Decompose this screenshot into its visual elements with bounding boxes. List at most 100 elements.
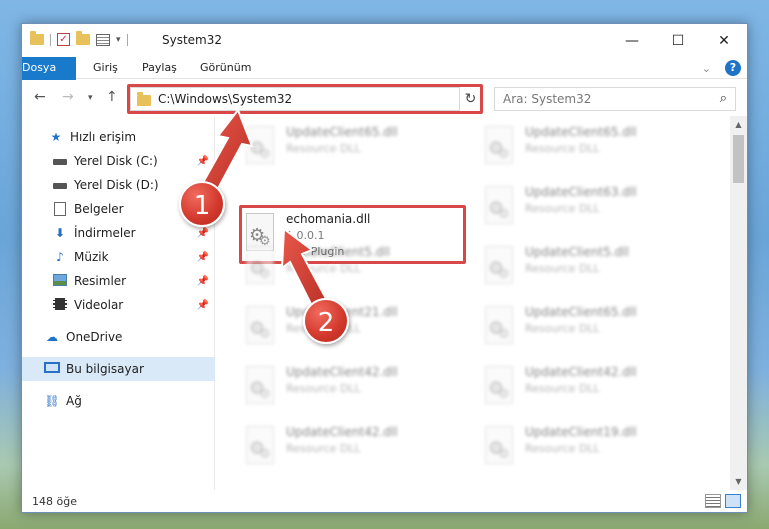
navigation-pane: ★ Hızlı erişim Yerel Disk (C:) 📌 Yerel D…	[22, 116, 215, 490]
search-input[interactable]: Ara: System32 ⌕	[494, 87, 736, 111]
file-type: Resource DLL	[286, 382, 361, 395]
dll-file-icon: ⚙ ⚙	[481, 426, 517, 470]
back-arrow-icon[interactable]: ←	[34, 89, 46, 105]
callout-one-badge: 1	[179, 181, 225, 227]
status-bar: 148 öğe	[22, 490, 747, 512]
close-button[interactable]: ✕	[701, 24, 747, 57]
list-item[interactable]: ⚙ ⚙ UpdateClient42.dll Resource DLL	[481, 360, 707, 416]
new-folder-icon[interactable]	[76, 31, 90, 45]
dll-file-icon: ⚙ ⚙	[242, 126, 278, 170]
title-bar: ✓ ▾ System32 — ☐ ✕	[22, 24, 747, 57]
sidebar-item-downloads[interactable]: ⬇ İndirmeler 📌	[22, 221, 215, 245]
dll-file-icon: ⚙ ⚙	[481, 306, 517, 350]
dll-file-icon: ⚙ ⚙	[242, 426, 278, 470]
maximize-button[interactable]: ☐	[655, 24, 701, 57]
sidebar-item-this-pc[interactable]: Bu bilgisayar	[22, 357, 215, 381]
scrollbar-thumb[interactable]	[733, 135, 744, 183]
minimize-button[interactable]: —	[609, 24, 655, 57]
quick-access-toolbar: ✓ ▾	[30, 31, 128, 46]
pin-icon: 📌	[196, 275, 209, 287]
scroll-down-icon[interactable]: ▼	[730, 473, 747, 490]
sidebar-item-label: Yerel Disk (D:)	[74, 178, 159, 192]
customize-toolbar-arrow-icon[interactable]: ▾	[116, 35, 121, 45]
disk-icon	[52, 154, 68, 168]
folder-icon	[30, 31, 44, 45]
star-icon: ★	[50, 130, 62, 144]
expand-ribbon-icon[interactable]: ⌄	[702, 62, 711, 75]
search-icon[interactable]: ⌕	[720, 91, 727, 106]
video-icon	[52, 298, 68, 312]
file-name: UpdateClient42.dll	[286, 365, 398, 379]
ribbon-tabs: Dosya Giriş Paylaş Görünüm ⌄ ?	[22, 57, 747, 113]
address-row: ← → ▾ ↑ C:\Windows\System32 ⌄ ↻ Ara: Sys…	[22, 80, 747, 116]
recent-locations-icon[interactable]: ▾	[88, 93, 93, 103]
tiles-view-icon[interactable]	[725, 494, 741, 508]
sidebar-item-quick-access[interactable]: ★ Hızlı erişim	[22, 125, 215, 149]
disk-icon	[52, 178, 68, 192]
list-item[interactable]: ⚙ ⚙ UpdateClient5.dll Resource DLL	[242, 240, 468, 296]
list-item[interactable]: ⚙⚙ UpdateClient21.dllResource DLL	[242, 300, 468, 356]
pin-icon: 📌	[196, 251, 209, 263]
network-icon: ⛓	[44, 394, 60, 408]
file-type: Resource DLL	[525, 442, 600, 455]
callout-two-badge: 2	[303, 298, 349, 344]
sidebar-item-label: Yerel Disk (C:)	[74, 154, 158, 168]
sidebar-item-label: OneDrive	[66, 330, 123, 344]
dll-file-icon: ⚙ ⚙	[481, 366, 517, 410]
list-item[interactable]: ⚙ ⚙ UpdateClient65.dll Resource DLL	[481, 300, 707, 356]
tab-home[interactable]: Giriş	[83, 57, 128, 79]
forward-arrow-icon[interactable]: →	[62, 89, 74, 105]
tab-share[interactable]: Paylaş	[132, 57, 187, 79]
file-name: echomania.dll	[286, 212, 371, 226]
details-view-icon[interactable]	[705, 494, 721, 508]
cloud-icon: ☁	[46, 330, 58, 344]
dll-file-icon: ⚙ ⚙	[481, 126, 517, 170]
file-type: Resource DLL	[525, 202, 600, 215]
list-item[interactable]: ⚙ ⚙ UpdateClient42.dll Resource DLL	[242, 360, 468, 416]
sidebar-item-pictures[interactable]: Resimler 📌	[22, 269, 215, 293]
tab-view[interactable]: Görünüm	[190, 57, 261, 79]
file-name: UpdateClient42.dll	[286, 425, 398, 439]
list-item[interactable]: ⚙ ⚙ UpdateClient65.dll Resource DLL	[481, 120, 707, 176]
pin-icon: 📌	[196, 299, 209, 311]
item-count: 148 öğe	[32, 495, 77, 508]
download-icon: ⬇	[54, 226, 66, 240]
sidebar-item-label: Resimler	[74, 274, 127, 288]
address-path: C:\Windows\System32	[158, 92, 293, 106]
address-bar[interactable]: C:\Windows\System32 ⌄	[130, 87, 480, 111]
help-icon[interactable]: ?	[725, 60, 741, 76]
pin-icon: 📌	[196, 227, 209, 239]
file-name: UpdateClient65.dll	[525, 305, 637, 319]
vertical-scrollbar[interactable]: ▲ ▼	[730, 116, 747, 490]
sidebar-item-local-disk-c[interactable]: Yerel Disk (C:) 📌	[22, 149, 215, 173]
computer-icon	[44, 362, 60, 376]
dll-file-icon: ⚙ ⚙	[481, 186, 517, 230]
file-type: Resource DLL	[286, 262, 361, 275]
sidebar-item-network[interactable]: ⛓ Ağ	[22, 389, 215, 413]
properties-check-icon[interactable]: ✓	[57, 33, 70, 46]
file-type: Resource DLL	[286, 142, 361, 155]
refresh-icon[interactable]: ↻	[459, 87, 481, 111]
view-options-icon[interactable]	[96, 33, 110, 46]
sidebar-item-music[interactable]: ♪ Müzik 📌	[22, 245, 215, 269]
dll-file-icon: ⚙ ⚙	[481, 246, 517, 290]
file-name: UpdateClient63.dll	[525, 185, 637, 199]
sidebar-item-label: Videolar	[74, 298, 124, 312]
sidebar-item-onedrive[interactable]: ☁ OneDrive	[22, 325, 215, 349]
folder-icon	[137, 92, 151, 106]
sidebar-item-videos[interactable]: Videolar 📌	[22, 293, 215, 317]
scroll-up-icon[interactable]: ▲	[730, 116, 747, 133]
dll-file-icon: ⚙ ⚙	[242, 246, 278, 290]
music-icon: ♪	[56, 250, 64, 264]
file-type: Resource DLL	[286, 442, 361, 455]
list-item[interactable]: ⚙ ⚙ UpdateClient65.dll Resource DLL	[242, 120, 468, 176]
sidebar-item-label: Hızlı erişim	[70, 130, 137, 144]
list-item[interactable]: ⚙ ⚙ UpdateClient5.dll Resource DLL	[481, 240, 707, 296]
up-arrow-icon[interactable]: ↑	[106, 89, 118, 105]
sidebar-item-label: İndirmeler	[74, 226, 136, 240]
pictures-icon	[52, 274, 68, 288]
sidebar-item-label: Bu bilgisayar	[66, 362, 144, 376]
list-item[interactable]: ⚙ ⚙ UpdateClient42.dll Resource DLL	[242, 420, 468, 476]
list-item[interactable]: ⚙ ⚙ UpdateClient19.dll Resource DLL	[481, 420, 707, 476]
list-item[interactable]: ⚙ ⚙ UpdateClient63.dll Resource DLL	[481, 180, 707, 236]
